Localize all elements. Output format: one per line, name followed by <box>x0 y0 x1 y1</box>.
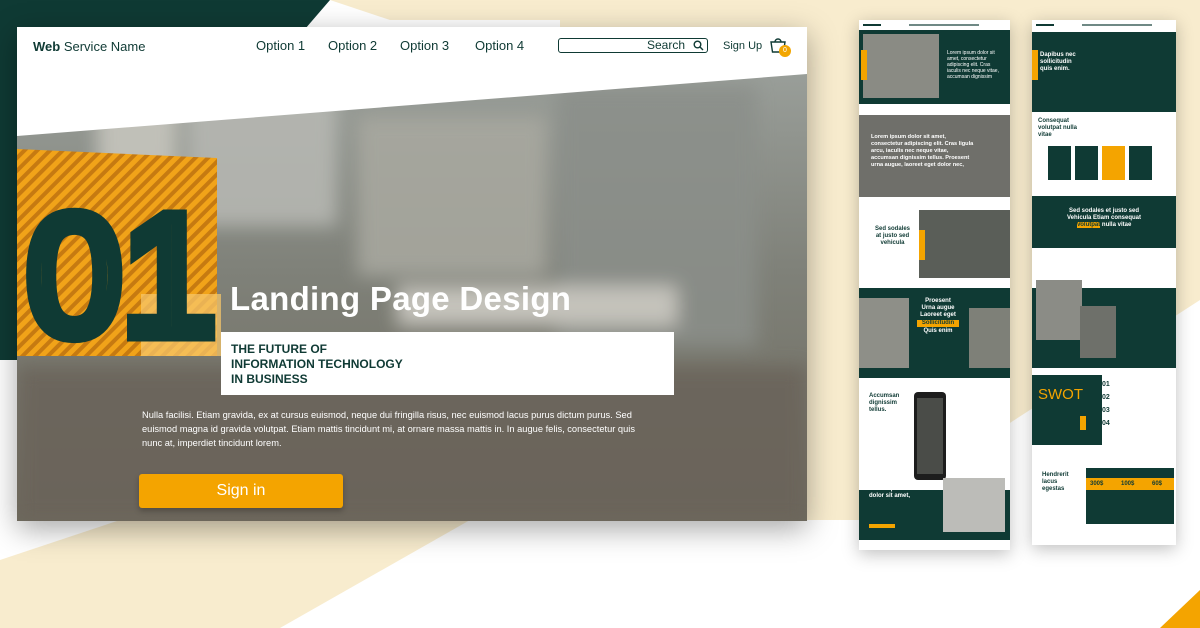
tagline-box: THE FUTURE OF INFORMATION TECHNOLOGY IN … <box>221 332 674 395</box>
hero-number: 01 <box>27 181 216 371</box>
swot-item-2: 02 <box>1102 394 1110 401</box>
m1-b4-tag: Sollicitudin <box>917 320 959 327</box>
hero-title: Landing Page Design <box>230 280 572 317</box>
m2-b1-l0: Dapibus nec <box>1040 52 1076 58</box>
m2-b3-tag: Volutpat <box>1076 222 1101 228</box>
m1-b3-l2: vehicula <box>880 240 905 246</box>
signup-link[interactable]: Sign Up <box>723 40 762 52</box>
m1-block4: Proesent Urna augue Laoreet eget Sollici… <box>915 298 961 335</box>
price-2: 100$ <box>1121 481 1135 487</box>
m2-block3: Sed sodales et justo sed Vehicula Etiam … <box>1046 208 1162 229</box>
swot-item-3: 03 <box>1102 407 1110 414</box>
brand-logo[interactable]: Web Service Name <box>33 39 145 54</box>
search-input[interactable]: Search <box>558 38 708 53</box>
pricing-heading: Hendrerit lacus egestas <box>1042 472 1069 493</box>
m1-block2: Lorem ipsum dolor sit amet, consectetur … <box>871 134 973 169</box>
m1-b2-l2: arcu, iaculis nec neque vitae, <box>871 148 949 154</box>
m1-block3: Sed sodales at justo sed vehicula <box>875 226 910 247</box>
nav-option-3[interactable]: Option 3 <box>400 38 449 53</box>
m1-b5-l2: tellus. <box>869 407 887 413</box>
hero-paragraph: Nulla facilisi. Etiam gravida, ex at cur… <box>142 410 635 448</box>
swot-item-1: 01 <box>1102 381 1110 388</box>
m2-b3-end: nulla vitae <box>1100 222 1132 228</box>
m1-block1: Lorem ipsum dolor sit amet, consectetur … <box>947 50 999 80</box>
m1-b4-end: Quis enim <box>923 328 953 334</box>
m2-block1: Dapibus nec sollicitudin quis enim. <box>1040 52 1076 73</box>
top-navigation-bar: Web Service Name Option 1 Option 2 Optio… <box>17 27 807 66</box>
price-3: 60$ <box>1152 481 1163 487</box>
tagline-line-2: INFORMATION TECHNOLOGY <box>231 357 403 371</box>
hero-section: 01 Landing Page Design THE FUTURE OF INF… <box>17 66 807 521</box>
m2-b1-l1: sollicitudin <box>1040 59 1072 65</box>
sign-in-button[interactable]: Sign in <box>139 474 343 508</box>
m1-b4-l1: Urna augue <box>921 305 955 311</box>
swot-heading: SWOT <box>1038 386 1083 403</box>
m1-b3-l0: Sed sodales <box>875 226 911 232</box>
tagline-line-1: THE FUTURE OF <box>231 342 327 356</box>
m1-b5-l1: dignissim <box>869 400 898 406</box>
m2-b2-l1: volutpat nulla <box>1038 125 1077 131</box>
brand-rest: Service Name <box>60 39 146 54</box>
m1-block6: Lorem ipsum dolor sit amet, <box>869 486 910 500</box>
m2-b2-l2: vitae <box>1038 132 1052 138</box>
ph-l1: lacus <box>1042 479 1058 485</box>
secondary-mockup-2: Dapibus nec sollicitudin quis enim. Cons… <box>1032 20 1176 545</box>
m1-b1-l4: accumsan dignissim <box>947 74 993 80</box>
nav-option-1[interactable]: Option 1 <box>256 38 305 53</box>
nav-option-2[interactable]: Option 2 <box>328 38 377 53</box>
m1-b2-l4: urna augue, laoreet eget dolor nec, <box>871 162 964 168</box>
m2-b1-l2: quis enim. <box>1040 66 1070 72</box>
m1-b5-l0: Accumsan <box>869 393 900 399</box>
m1-b2-l3: accumsan dignissim tellus. Proesent <box>871 155 970 161</box>
mockup2-graphics <box>1032 20 1176 524</box>
swot-list: 01 02 03 04 <box>1102 378 1110 430</box>
ph-l0: Hendrerit <box>1042 472 1069 478</box>
brand-bold: Web <box>33 39 61 54</box>
cart-count-badge: 0 <box>779 45 791 57</box>
m1-b3-l1: at justo sed <box>875 233 910 239</box>
secondary-mockup-1: Lorem ipsum dolor sit amet, consectetur … <box>859 20 1010 550</box>
m1-b2-l1: consectetur adipiscing elit. Cras ligula <box>871 141 974 147</box>
mockup1-graphics <box>859 20 1010 540</box>
m1-b4-l2: Laoreet eget <box>920 312 956 318</box>
nav-option-4[interactable]: Option 4 <box>475 38 524 53</box>
m1-b2-l0: Lorem ipsum dolor sit amet, <box>871 134 946 140</box>
tagline-line-3: IN BUSINESS <box>231 372 308 386</box>
m1-b6-l1: dolor sit amet, <box>869 493 911 499</box>
swot-item-4: 04 <box>1102 420 1110 427</box>
price-1: 300$ <box>1090 481 1104 487</box>
m2-b2-l0: Consequat <box>1038 118 1070 124</box>
search-icon[interactable] <box>693 40 704 51</box>
m1-block5: Accumsan dignissim tellus. <box>869 393 899 414</box>
main-landing-mockup: Web Service Name Option 1 Option 2 Optio… <box>17 27 807 521</box>
m1-b6-l0: Lorem ipsum <box>869 486 907 492</box>
m2-block2: Consequat volutpat nulla vitae <box>1038 118 1077 139</box>
m2-b3-l1: Vehicula Etiam consequat <box>1066 215 1142 221</box>
ph-l2: egestas <box>1042 486 1065 492</box>
m1-b4-l0: Proesent <box>925 298 951 304</box>
m2-b3-l0: Sed sodales et justo sed <box>1068 208 1140 214</box>
